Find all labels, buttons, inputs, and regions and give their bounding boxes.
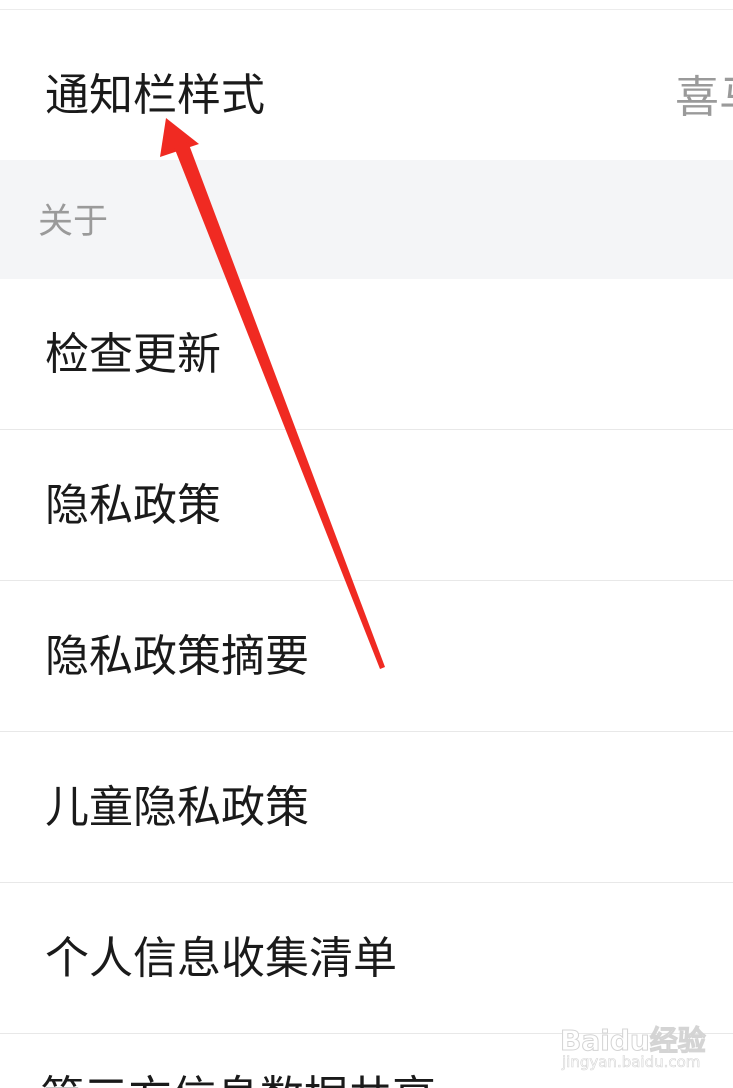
check-update-row[interactable]: 检查更新 <box>0 279 733 429</box>
privacy-policy-label: 隐私政策 <box>45 480 221 531</box>
notification-style-value: 喜马 <box>675 72 733 123</box>
third-party-sharing-label: 第三方信息数据共享 <box>40 1072 436 1088</box>
about-section-title: 关于 <box>38 202 109 242</box>
watermark-sub: jingyan.baidu.com <box>562 1053 701 1072</box>
privacy-summary-label: 隐私政策摘要 <box>45 631 309 682</box>
child-privacy-label: 儿童隐私政策 <box>45 782 309 833</box>
notification-style-label: 通知栏样式 <box>45 70 265 121</box>
child-privacy-row[interactable]: 儿童隐私政策 <box>0 732 733 882</box>
about-section-header <box>0 160 733 279</box>
privacy-policy-row[interactable]: 隐私政策 <box>0 430 733 580</box>
check-update-label: 检查更新 <box>45 329 221 380</box>
privacy-summary-row[interactable]: 隐私政策摘要 <box>0 581 733 731</box>
notification-style-row[interactable]: 通知栏样式 喜马 <box>0 10 733 160</box>
baidu-jingyan-watermark: Baidu经验 jingyan.baidu.com <box>560 1007 730 1085</box>
personal-info-list-label: 个人信息收集清单 <box>45 933 397 984</box>
